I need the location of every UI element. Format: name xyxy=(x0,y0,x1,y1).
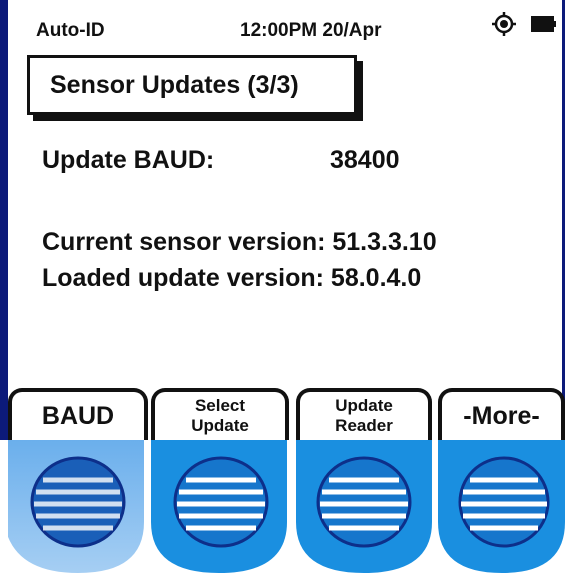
hardware-key-2[interactable] xyxy=(151,440,287,573)
softkey-select-update-line2: Update xyxy=(191,416,249,435)
hardware-key-1[interactable] xyxy=(8,440,144,573)
clock-date: 12:00PM 20/Apr xyxy=(240,20,382,41)
softkey-baud[interactable]: BAUD xyxy=(8,388,148,440)
mode-indicator: Auto-ID xyxy=(36,20,105,41)
screen-title-box: Sensor Updates (3/3) xyxy=(27,55,357,115)
screen-edge-left xyxy=(0,0,8,440)
softkey-update-reader-line1: Update xyxy=(335,396,393,415)
page-title: Sensor Updates (3/3) xyxy=(50,70,299,99)
hardware-keypad xyxy=(0,440,565,573)
hardware-key-3[interactable] xyxy=(296,440,432,573)
baud-label: Update BAUD: xyxy=(42,146,215,174)
baud-value: 38400 xyxy=(330,146,400,174)
loaded-update-version: Loaded update version: 58.0.4.0 xyxy=(42,264,422,292)
softkey-select-update[interactable]: Select Update xyxy=(151,388,289,440)
battery-icon xyxy=(531,16,556,32)
gps-target-icon xyxy=(492,12,516,36)
status-bar: Auto-ID 12:00PM 20/Apr xyxy=(10,0,559,48)
softkey-select-update-line1: Select xyxy=(194,396,246,415)
softkey-update-reader-line2: Reader xyxy=(335,416,393,435)
status-icons xyxy=(491,11,557,37)
softkey-update-reader[interactable]: Update Reader xyxy=(296,388,432,440)
softkey-baud-label: BAUD xyxy=(41,401,115,430)
current-sensor-version: Current sensor version: 51.3.3.10 xyxy=(42,228,437,256)
device-screen: Auto-ID 12:00PM 20/Apr Sensor Updates (3… xyxy=(0,0,565,440)
softkey-more[interactable]: -More- xyxy=(438,388,565,440)
hardware-key-4[interactable] xyxy=(438,440,565,573)
softkey-more-label: -More- xyxy=(463,401,540,430)
